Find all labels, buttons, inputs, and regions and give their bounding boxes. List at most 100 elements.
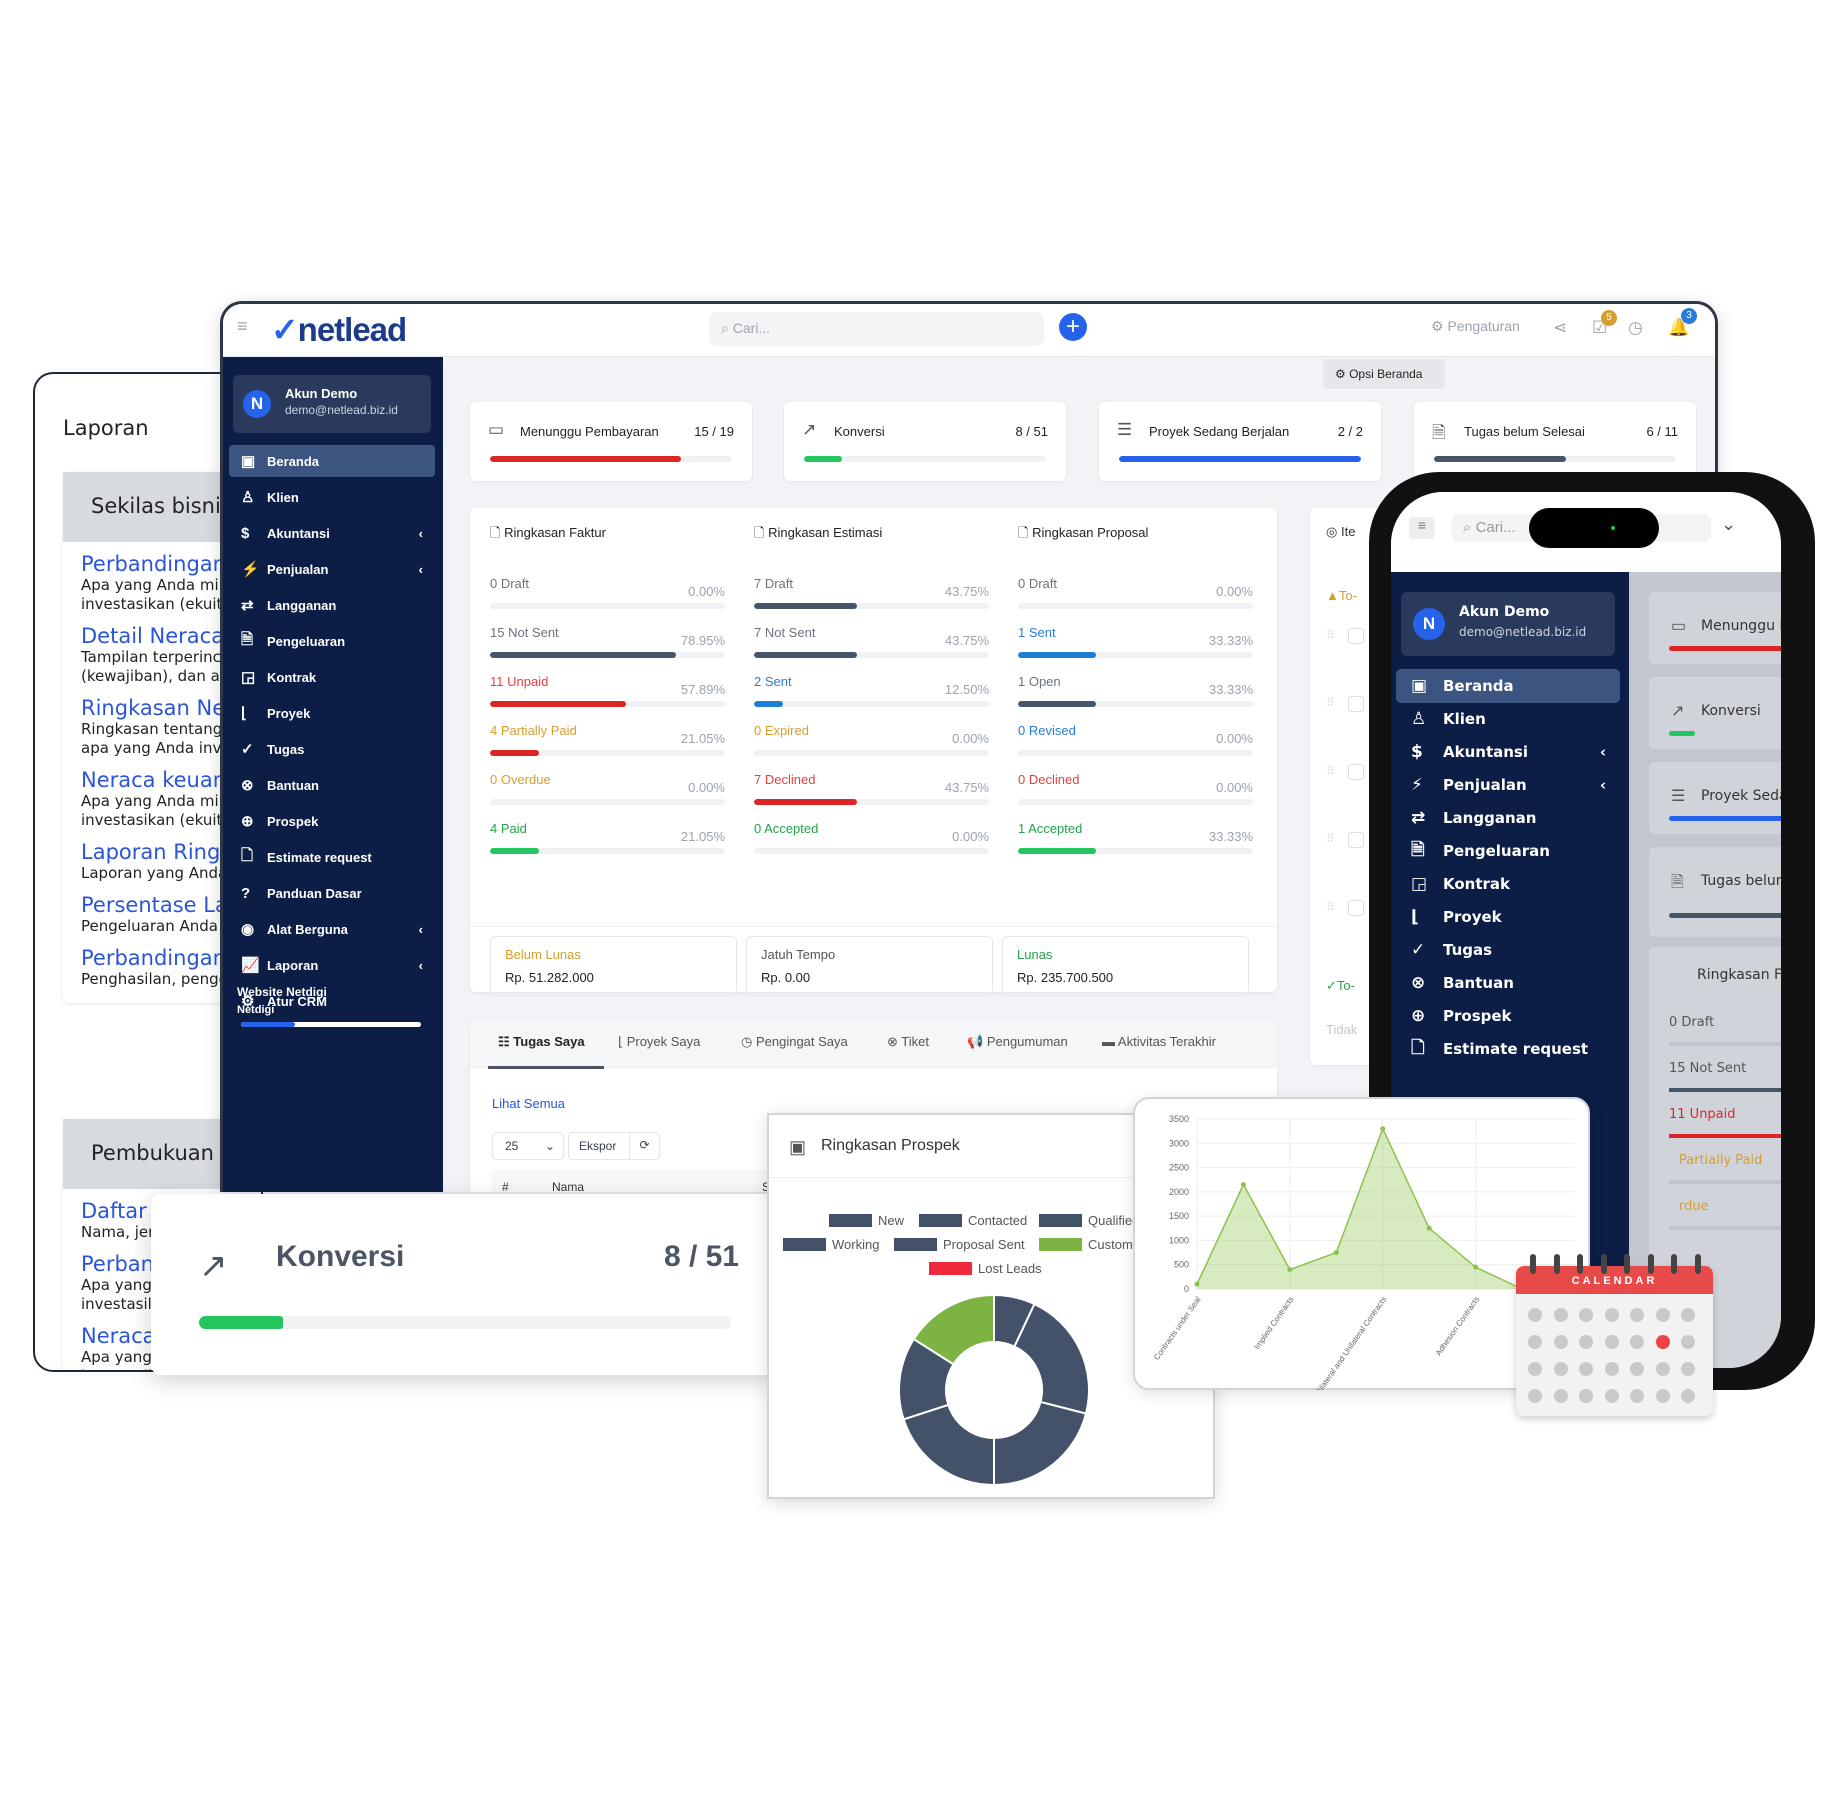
legend-item[interactable]: Proposal Sent	[894, 1237, 1025, 1252]
phone-sidebar-item-bantuan[interactable]: ⊗ Bantuan	[1396, 966, 1620, 1000]
summary-row[interactable]: 11 Unpaid 57.89%	[490, 674, 725, 714]
summary-row[interactable]: 1 Accepted 33.33%	[1018, 821, 1253, 861]
sidebar-item-langganan[interactable]: ⇄ Langganan	[229, 589, 435, 621]
summary-row[interactable]: 2 Sent 12.50%	[754, 674, 989, 714]
legend-item[interactable]: Working	[783, 1237, 879, 1252]
todo-checkbox[interactable]	[1348, 764, 1364, 780]
summary-row[interactable]: 0 Revised 0.00%	[1018, 723, 1253, 763]
stat-card-file-check[interactable]: 🗎 Tugas belum Selesai 6 / 11	[1414, 402, 1696, 481]
tab-pengingat-saya[interactable]: ◷ Pengingat Saya	[741, 1034, 848, 1050]
tab-tugas-saya[interactable]: ☷ Tugas Saya	[498, 1034, 585, 1050]
tab-pengumuman[interactable]: 📢 Pengumuman	[967, 1034, 1068, 1050]
legend-item[interactable]: Qualified	[1039, 1213, 1139, 1228]
data-point[interactable]	[1240, 1182, 1246, 1188]
tab-tiket[interactable]: ⊗ Tiket	[887, 1034, 929, 1050]
drag-handle-icon[interactable]: ⠿	[1326, 764, 1335, 778]
phone-stat-card[interactable]: 🗎 Tugas belum	[1649, 847, 1781, 937]
data-point[interactable]	[1473, 1264, 1479, 1270]
summary-row[interactable]: 15 Not Sent 78.95%	[490, 625, 725, 665]
summary-row[interactable]: 0 Overdue 0.00%	[490, 772, 725, 812]
summary-row[interactable]: 1 Open 33.33%	[1018, 674, 1253, 714]
data-point[interactable]	[1287, 1267, 1293, 1273]
drag-handle-icon[interactable]: ⠿	[1326, 900, 1335, 914]
sidebar-item-proyek[interactable]: ⌊ Proyek	[229, 697, 435, 729]
sidebar-item-akuntansi[interactable]: $ Akuntansi ‹	[229, 517, 435, 549]
export-button[interactable]: Ekspor ⟳	[568, 1132, 660, 1160]
legend-item[interactable]: New	[829, 1213, 904, 1228]
summary-row[interactable]: 0 Declined 0.00%	[1018, 772, 1253, 812]
phone-sidebar-item-penjualan[interactable]: ⚡ Penjualan ‹	[1396, 768, 1620, 802]
phone-sidebar-item-proyek[interactable]: ⌊ Proyek	[1396, 900, 1620, 934]
data-point[interactable]	[1426, 1225, 1432, 1231]
todo-checkbox[interactable]	[1348, 832, 1364, 848]
logo[interactable]: ✓netlead	[271, 310, 407, 349]
summary-row[interactable]: 4 Partially Paid 21.05%	[490, 723, 725, 763]
page-size-select[interactable]: 25 ⌄	[492, 1132, 564, 1160]
phone-sidebar-item-akuntansi[interactable]: $ Akuntansi ‹	[1396, 735, 1620, 769]
sidebar-item-beranda[interactable]: ▣ Beranda	[229, 445, 435, 477]
phone-sidebar-item-klien[interactable]: ♙ Klien	[1396, 702, 1620, 736]
sidebar-item-laporan[interactable]: 📈 Laporan ‹	[229, 949, 435, 981]
phone-sidebar-item-langganan[interactable]: ⇄ Langganan	[1396, 801, 1620, 835]
sidebar-footer[interactable]: Website Netdigi Netdigi	[237, 983, 327, 1019]
summary-row[interactable]: 0 Draft 0.00%	[1018, 576, 1253, 616]
sidebar-item-prospek[interactable]: ⊕ Prospek	[229, 805, 435, 837]
stat-card-money[interactable]: ▭ Menunggu Pembayaran 15 / 19	[470, 402, 752, 481]
donut-slice-contacted[interactable]	[1013, 1302, 1090, 1415]
phone-sidebar-item-kontrak[interactable]: ◲ Kontrak	[1396, 867, 1620, 901]
todo-checkbox[interactable]	[1348, 900, 1364, 916]
tab-proyek-saya[interactable]: ⌊ Proyek Saya	[618, 1034, 700, 1050]
sidebar-item-penjualan[interactable]: ⚡ Penjualan ‹	[229, 553, 435, 585]
sidebar-item-alat-berguna[interactable]: ◉ Alat Berguna ‹	[229, 913, 435, 945]
sidebar-item-bantuan[interactable]: ⊗ Bantuan	[229, 769, 435, 801]
account-card[interactable]: N Akun Demo demo@netlead.biz.id	[233, 375, 431, 433]
phone-sidebar-item-pengeluaran[interactable]: 🗎 Pengeluaran	[1396, 834, 1620, 868]
summary-row[interactable]: 4 Paid 21.05%	[490, 821, 725, 861]
summary-row[interactable]: 7 Declined 43.75%	[754, 772, 989, 812]
sidebar-item-klien[interactable]: ♙ Klien	[229, 481, 435, 513]
share-icon[interactable]: ⋖	[1553, 318, 1567, 338]
search-input[interactable]: ⌕ Cari...	[709, 312, 1044, 346]
refresh-icon[interactable]: ⟳	[629, 1133, 659, 1159]
drag-handle-icon[interactable]: ⠿	[1326, 696, 1335, 710]
data-point[interactable]	[1333, 1250, 1339, 1256]
clock-icon[interactable]: ◷	[1628, 318, 1643, 338]
summary-row[interactable]: 7 Draft 43.75%	[754, 576, 989, 616]
donut-slice-working[interactable]	[902, 1403, 995, 1487]
stat-card-trend-up[interactable]: ↗ Konversi 8 / 51	[784, 402, 1066, 481]
phone-stat-card[interactable]: ▭ Menunggu P	[1649, 592, 1781, 664]
stat-card-sliders[interactable]: ☰ Proyek Sedang Berjalan 2 / 2	[1099, 402, 1381, 481]
summary-row[interactable]: 0 Expired 0.00%	[754, 723, 989, 763]
summary-row[interactable]: 0 Draft 0.00%	[490, 576, 725, 616]
sidebar-item-tugas[interactable]: ✓ Tugas	[229, 733, 435, 765]
hamburger-menu-icon[interactable]: ≡	[1409, 517, 1435, 539]
data-point[interactable]	[1194, 1281, 1200, 1287]
phone-sidebar-item-prospek[interactable]: ⊕ Prospek	[1396, 999, 1620, 1033]
drag-handle-icon[interactable]: ⠿	[1326, 832, 1335, 846]
legend-item[interactable]: Contacted	[919, 1213, 1027, 1228]
summary-row[interactable]: 7 Not Sent 43.75%	[754, 625, 989, 665]
sidebar-item-kontrak[interactable]: ◲ Kontrak	[229, 661, 435, 693]
phone-sidebar-item-tugas[interactable]: ✓ Tugas	[1396, 933, 1620, 967]
settings-link[interactable]: ⚙ Pengaturan	[1431, 318, 1520, 335]
summary-row[interactable]: 1 Sent 33.33%	[1018, 625, 1253, 665]
phone-sidebar-item-estimate-request[interactable]: 🗋 Estimate request	[1396, 1032, 1620, 1066]
legend-item[interactable]: Lost Leads	[929, 1261, 1042, 1276]
chevron-down-icon[interactable]: ⌄	[1721, 514, 1736, 535]
todo-checkbox[interactable]	[1348, 628, 1364, 644]
home-options-button[interactable]: ⚙ Opsi Beranda	[1323, 359, 1445, 389]
donut-slice-qualified[interactable]	[993, 1400, 1088, 1487]
legend-item[interactable]: Customer	[1039, 1237, 1144, 1252]
add-button[interactable]: +	[1059, 313, 1087, 341]
sidebar-item-pengeluaran[interactable]: 🗎 Pengeluaran	[229, 625, 435, 657]
hamburger-menu-icon[interactable]: ≡	[237, 316, 248, 337]
todo-checkbox[interactable]	[1348, 696, 1364, 712]
view-all-link[interactable]: Lihat Semua	[492, 1096, 565, 1111]
phone-stat-card[interactable]: ↗ Konversi	[1649, 677, 1781, 749]
summary-row[interactable]: 0 Accepted 0.00%	[754, 821, 989, 861]
tab-aktivitas-terakhir[interactable]: ▬ Aktivitas Terakhir	[1102, 1034, 1216, 1049]
phone-sidebar-item-beranda[interactable]: ▣ Beranda	[1396, 669, 1620, 703]
data-point[interactable]	[1380, 1126, 1386, 1132]
drag-handle-icon[interactable]: ⠿	[1326, 628, 1335, 642]
phone-account-card[interactable]: N Akun Demo demo@netlead.biz.id	[1401, 592, 1615, 656]
